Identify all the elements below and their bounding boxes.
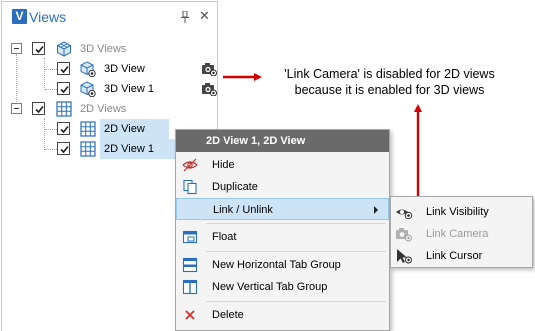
menu-item-label: Duplicate — [212, 181, 258, 193]
menu-item-hide[interactable]: Hide — [176, 154, 389, 176]
menu-item-label: Float — [212, 231, 237, 243]
menu-separator — [206, 223, 386, 224]
menu-item-label: Link Camera — [426, 228, 489, 240]
eye-slash-icon — [182, 158, 198, 172]
menu-item-delete[interactable]: Delete — [176, 304, 389, 326]
menu-item-float[interactable]: Float — [176, 226, 389, 248]
menu-item-label: Link Visibility — [426, 206, 489, 218]
context-menu-header: 2D View 1, 2D View — [176, 130, 389, 152]
annotation-line-2: because it is enabled for 3D views — [294, 83, 485, 97]
float-window-icon — [182, 230, 198, 244]
menu-item-label: Link / Unlink — [213, 204, 273, 216]
link-visibility-icon — [396, 209, 413, 220]
menu-item-label: New Vertical Tab Group — [212, 281, 328, 293]
menu-item-link-unlink[interactable]: Link / Unlink — [176, 198, 389, 220]
menu-item-label: Link Cursor — [426, 250, 483, 262]
context-menu: 2D View 1, 2D View Hide Duplicate Link /… — [175, 129, 390, 331]
menu-item-label: Hide — [212, 159, 235, 171]
horizontal-tab-group-icon — [182, 257, 198, 273]
annotation-text: 'Link Camera' is disabled for 2D views b… — [267, 66, 512, 98]
menu-item-label: New Horizontal Tab Group — [212, 259, 341, 271]
menu-item-duplicate[interactable]: Duplicate — [176, 176, 389, 198]
link-submenu: Link Visibility Link Camera Link Cursor — [390, 196, 533, 268]
delete-x-icon — [185, 310, 195, 320]
submenu-arrow-icon — [374, 206, 378, 214]
menu-item-new-vertical-tab-group[interactable]: New Vertical Tab Group — [176, 276, 389, 298]
menu-item-new-horizontal-tab-group[interactable]: New Horizontal Tab Group — [176, 254, 389, 276]
link-camera-icon — [396, 228, 412, 242]
menu-item-label: Delete — [212, 309, 244, 321]
submenu-item-link-camera[interactable]: Link Camera — [391, 223, 532, 245]
submenu-item-link-cursor[interactable]: Link Cursor — [391, 245, 532, 267]
annotation-line-1: 'Link Camera' is disabled for 2D views — [284, 67, 495, 81]
menu-separator — [206, 301, 386, 302]
duplicate-icon — [183, 179, 197, 195]
menu-separator — [206, 251, 386, 252]
submenu-item-link-visibility[interactable]: Link Visibility — [391, 201, 532, 223]
link-cursor-icon — [397, 249, 412, 264]
vertical-tab-group-icon — [182, 279, 198, 295]
